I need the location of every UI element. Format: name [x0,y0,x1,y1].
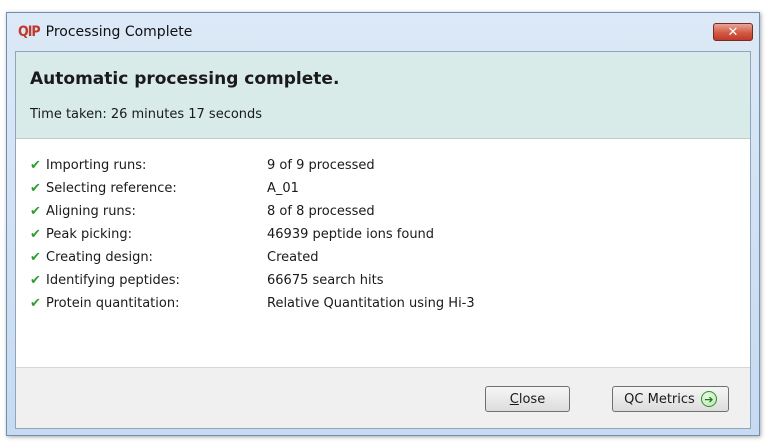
step-creating-design: ✔ Creating design: Created [30,246,475,269]
step-protein-quantitation: ✔ Protein quantitation: Relative Quantit… [30,292,475,315]
summary-header: Automatic processing complete. Time take… [16,52,750,139]
check-icon: ✔ [30,227,41,242]
check-icon: ✔ [30,204,41,219]
step-label: Protein quantitation: [46,296,180,311]
step-value: Created [267,250,319,265]
step-value: 8 of 8 processed [267,204,375,219]
check-icon: ✔ [30,273,41,288]
step-importing-runs: ✔ Importing runs: 9 of 9 processed [30,154,475,177]
check-icon: ✔ [30,296,41,311]
step-value: 66675 search hits [267,273,384,288]
step-value: 46939 peptide ions found [267,227,435,242]
window-close-button[interactable]: ✕ [713,23,753,41]
dialog-content: Automatic processing complete. Time take… [15,51,751,429]
step-label: Peak picking: [46,227,133,242]
step-aligning-runs: ✔ Aligning runs: 8 of 8 processed [30,200,475,223]
close-button[interactable]: Close [485,386,570,412]
close-accelerator: C [509,391,519,407]
app-logo-icon: QIP [18,24,41,40]
button-bar: Close QC Metrics ➔ [16,367,750,428]
time-taken-text: Time taken: 26 minutes 17 seconds [30,107,263,122]
step-value: A_01 [267,181,299,196]
step-label: Identifying peptides: [46,273,180,288]
check-icon: ✔ [30,181,41,196]
step-value: 9 of 9 processed [267,158,375,173]
close-icon: ✕ [727,24,739,40]
step-selecting-reference: ✔ Selecting reference: A_01 [30,177,475,200]
check-icon: ✔ [30,158,41,173]
step-label: Creating design: [46,250,153,265]
step-identifying-peptides: ✔ Identifying peptides: 66675 search hit… [30,269,475,292]
processing-complete-dialog: QIP Processing Complete ✕ Automatic proc… [6,12,760,436]
completion-heading: Automatic processing complete. [30,69,340,89]
step-label: Aligning runs: [46,204,136,219]
check-icon: ✔ [30,250,41,265]
title-bar[interactable]: QIP Processing Complete ✕ [7,13,759,51]
qc-metrics-button[interactable]: QC Metrics ➔ [612,386,729,412]
arrow-right-circle-icon: ➔ [700,391,717,407]
step-value: Relative Quantitation using Hi-3 [267,296,475,311]
processing-steps-list: ✔ Importing runs: 9 of 9 processed ✔ Sel… [30,154,475,315]
window-title: Processing Complete [45,24,193,40]
step-label: Selecting reference: [46,181,177,196]
close-label-rest: lose [518,391,546,407]
step-peak-picking: ✔ Peak picking: 46939 peptide ions found [30,223,475,246]
qc-metrics-label: QC Metrics [624,391,695,407]
step-label: Importing runs: [46,158,147,173]
